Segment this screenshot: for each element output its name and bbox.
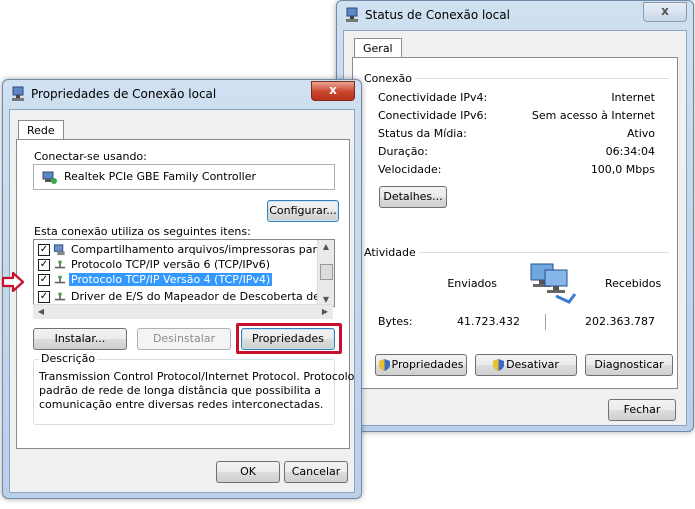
- connection-section-title: Conexão: [364, 72, 412, 85]
- status-properties-label: Propriedades: [391, 358, 464, 371]
- bytes-divider: [545, 314, 546, 330]
- activity-section-title: Atividade: [364, 246, 416, 259]
- scroll-left-icon[interactable]: ◀: [33, 307, 49, 316]
- description-title: Descrição: [39, 352, 98, 365]
- ipv4-value: Internet: [611, 91, 655, 104]
- adapter-box: Realtek PCIe GBE Family Controller: [33, 164, 335, 190]
- media-status-value: Ativo: [627, 127, 655, 140]
- checkbox[interactable]: ✓: [38, 244, 50, 256]
- bytes-received-value: 202.363.787: [585, 315, 655, 328]
- list-item[interactable]: ✓ Driver de E/S do Mapeador de Descobert…: [34, 287, 334, 303]
- description-text-line2: padrão de rede de longa distância que po…: [39, 384, 321, 397]
- scroll-right-icon[interactable]: ▶: [317, 307, 333, 316]
- status-properties-button[interactable]: Propriedades: [375, 354, 467, 376]
- network-connection-icon: [12, 86, 24, 101]
- list-item[interactable]: ✓ Protocolo TCP/IP versão 6 (TCP/IPv6): [34, 257, 317, 272]
- item-label: Protocolo TCP/IP versão 6 (TCP/IPv6): [71, 258, 271, 271]
- ok-button[interactable]: OK: [216, 461, 280, 483]
- configure-button[interactable]: Configurar...: [267, 200, 339, 222]
- uac-shield-icon: [493, 359, 505, 371]
- checkbox[interactable]: ✓: [38, 259, 50, 271]
- status-close-icon[interactable]: x: [643, 2, 687, 22]
- disable-button[interactable]: Desativar: [475, 354, 577, 376]
- adapter-name: Realtek PCIe GBE Family Controller: [64, 170, 257, 183]
- description-text-line3: comunicação entre diversas redes interco…: [39, 398, 324, 411]
- speed-label: Velocidade:: [378, 163, 442, 176]
- activity-separator: [419, 252, 669, 253]
- items-label: Esta conexão utiliza os seguintes itens:: [34, 225, 251, 238]
- properties-window-title: Propriedades de Conexão local: [31, 87, 217, 101]
- properties-close-icon[interactable]: x: [311, 81, 355, 101]
- ipv6-label: Conectividade IPv6:: [378, 109, 488, 122]
- network-adapter-icon: [42, 171, 57, 184]
- diagnose-button[interactable]: Diagnosticar: [585, 354, 673, 376]
- details-button[interactable]: Detalhes...: [379, 186, 447, 208]
- list-item[interactable]: ✓ Protocolo TCP/IP Versão 4 (TCP/IPv4): [34, 272, 317, 287]
- checkbox[interactable]: ✓: [38, 291, 50, 303]
- media-status-label: Status da Mídia:: [378, 127, 467, 140]
- sent-label: Enviados: [447, 277, 497, 290]
- status-window-title: Status de Conexão local: [365, 8, 510, 22]
- scroll-up-icon[interactable]: ▲: [318, 242, 334, 251]
- list-vertical-scrollbar[interactable]: ▲ ▼: [317, 240, 334, 306]
- network-connection-icon: [346, 7, 358, 22]
- item-label: Protocolo TCP/IP Versão 4 (TCP/IPv4): [69, 273, 273, 286]
- uninstall-button[interactable]: Desinstalar: [137, 328, 231, 350]
- protocol-icon: [54, 260, 66, 269]
- scroll-thumb[interactable]: [320, 264, 333, 280]
- items-list[interactable]: ✓ Compartilhamento arquivos/impressoras …: [33, 239, 335, 307]
- ipv4-label: Conectividade IPv4:: [378, 91, 488, 104]
- status-tab-panel: Conexão Conectividade IPv4: Internet Con…: [352, 57, 678, 389]
- connect-using-label: Conectar-se usando:: [34, 150, 147, 163]
- close-button[interactable]: Fechar: [608, 399, 676, 421]
- scroll-down-icon[interactable]: ▼: [318, 295, 334, 304]
- ipv6-value: Sem acesso à Internet: [531, 109, 655, 122]
- cancel-button[interactable]: Cancelar: [284, 461, 348, 483]
- description-text-line1: Transmission Control Protocol/Internet P…: [39, 370, 355, 383]
- duration-value: 06:34:04: [605, 145, 655, 158]
- list-horizontal-scrollbar[interactable]: ◀ ▶: [33, 304, 333, 319]
- properties-client-area: Rede Conectar-se usando: Realtek PCIe GB…: [9, 109, 355, 493]
- disable-label: Desativar: [506, 358, 559, 371]
- properties-titlebar[interactable]: Propriedades de Conexão local x: [3, 80, 361, 108]
- install-button[interactable]: Instalar...: [33, 328, 127, 350]
- protocol-icon: [54, 275, 66, 284]
- network-activity-icon: [530, 263, 577, 304]
- item-label: Compartilhamento arquivos/impressoras pa…: [71, 243, 334, 256]
- list-item[interactable]: ✓ Compartilhamento arquivos/impressoras …: [34, 242, 334, 257]
- duration-label: Duração:: [378, 145, 428, 158]
- tab-geral[interactable]: Geral: [354, 38, 402, 58]
- item-label: Driver de E/S do Mapeador de Descoberta …: [71, 290, 334, 303]
- status-titlebar[interactable]: Status de Conexão local x: [337, 1, 693, 29]
- properties-button[interactable]: Propriedades: [241, 328, 335, 350]
- speed-value: 100,0 Mbps: [590, 163, 655, 176]
- bytes-sent-value: 41.723.432: [457, 315, 520, 328]
- status-client-area: Geral Conexão Conectividade IPv4: Intern…: [343, 30, 687, 426]
- tab-rede[interactable]: Rede: [18, 120, 64, 140]
- checkbox[interactable]: ✓: [38, 274, 50, 286]
- connection-separator: [415, 78, 669, 79]
- received-label: Recebidos: [605, 277, 662, 290]
- red-arrow-icon: [1, 272, 25, 292]
- properties-tab-panel: Conectar-se usando: Realtek PCIe GBE Fam…: [16, 139, 354, 449]
- properties-window: Propriedades de Conexão local x Rede Con…: [2, 79, 362, 499]
- protocol-icon: [54, 292, 66, 301]
- uac-shield-icon: [378, 359, 390, 371]
- bytes-label: Bytes:: [378, 315, 413, 328]
- status-window: Status de Conexão local x Geral Conexão …: [336, 0, 694, 432]
- file-sharing-icon: [53, 244, 65, 256]
